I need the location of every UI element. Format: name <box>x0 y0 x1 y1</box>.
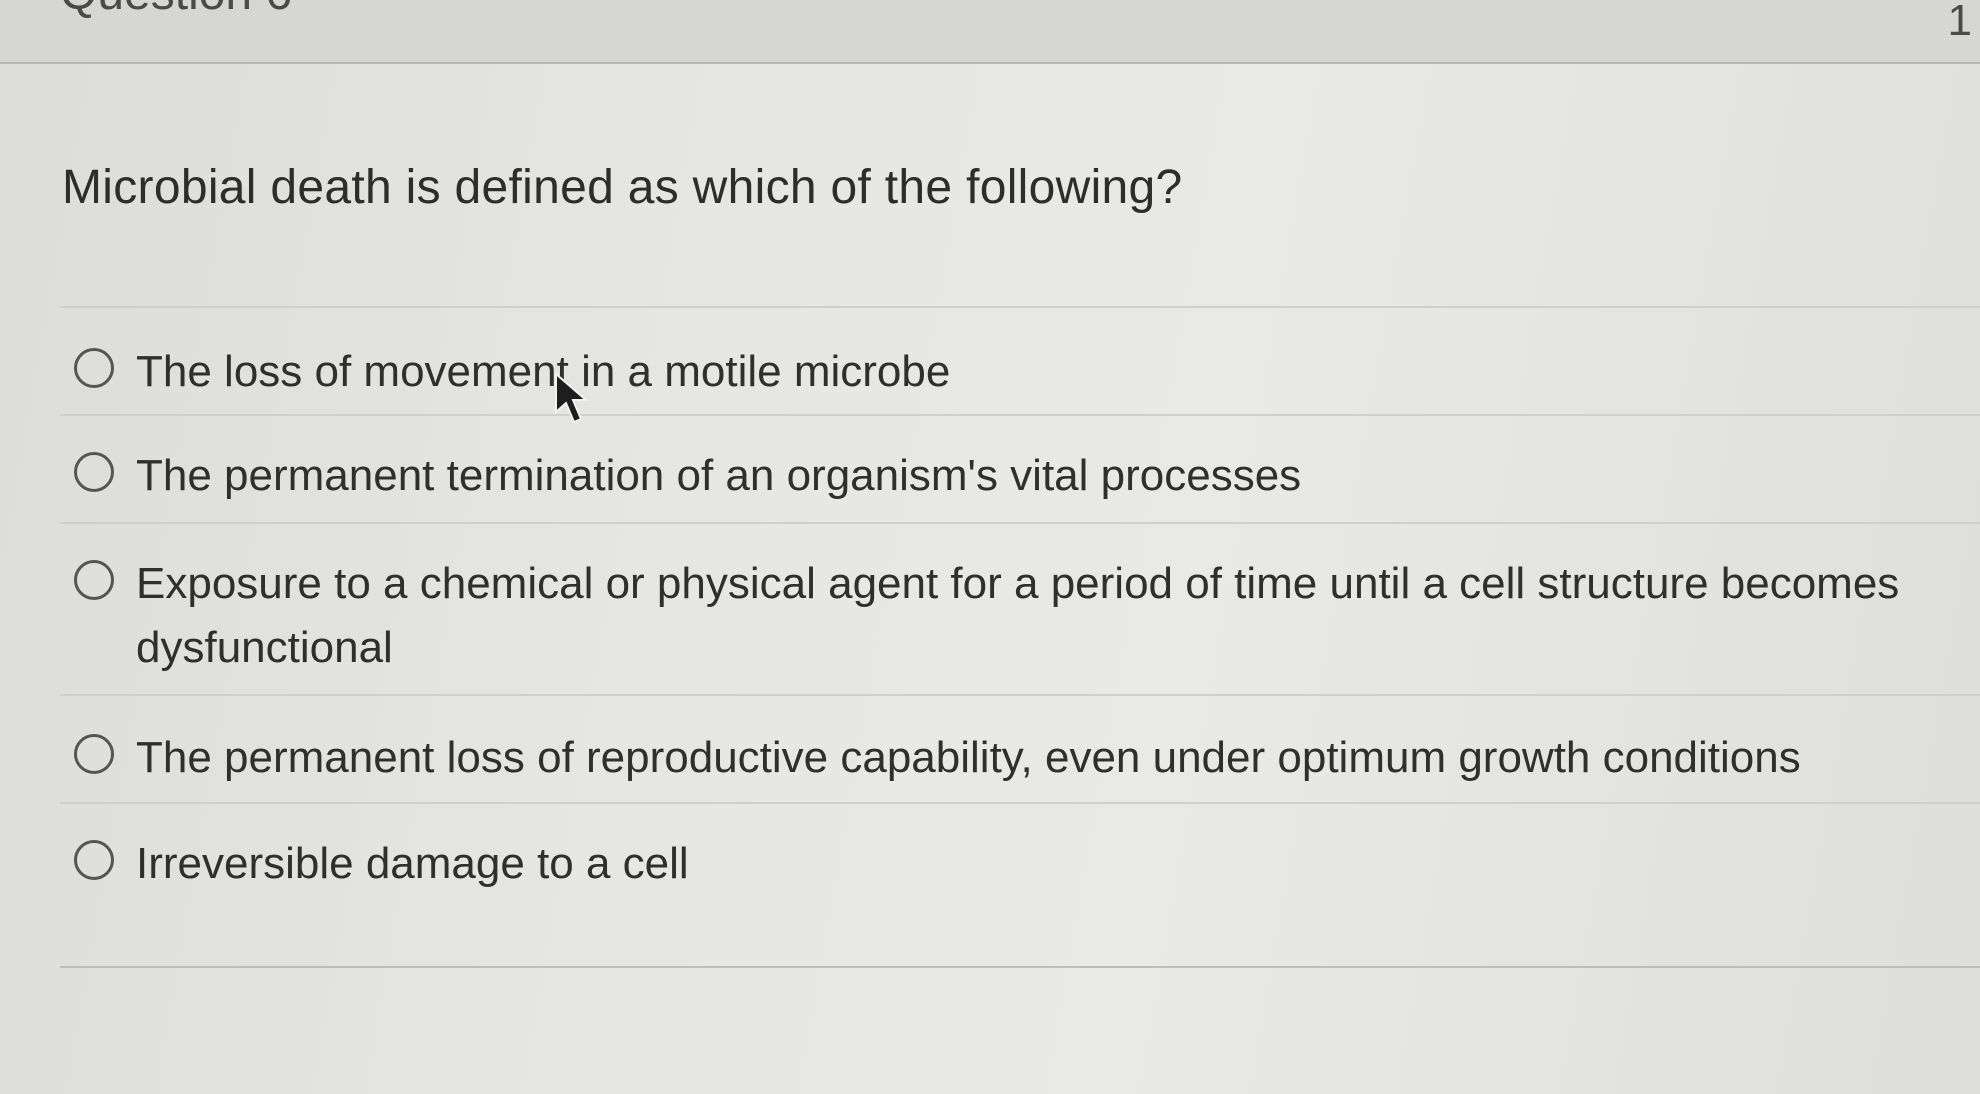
question-prompt: Microbial death is defined as which of t… <box>62 161 1183 214</box>
answer-label[interactable]: The loss of movement in a motile microbe <box>136 340 950 404</box>
radio-button-icon[interactable] <box>74 560 114 600</box>
answer-label[interactable]: Exposure to a chemical or physical agent… <box>136 552 1936 680</box>
radio-button-icon[interactable] <box>74 734 114 774</box>
radio-button-icon[interactable] <box>74 348 114 388</box>
answer-label[interactable]: The permanent termination of an organism… <box>136 444 1301 508</box>
answer-option-5[interactable]: Irreversible damage to a cell <box>60 804 1980 968</box>
mouse-pointer-icon <box>555 372 589 424</box>
answer-label[interactable]: The permanent loss of reproductive capab… <box>136 726 1801 790</box>
answer-option-3[interactable]: Exposure to a chemical or physical agent… <box>60 524 1980 696</box>
page-number: 1 <box>1947 0 1972 45</box>
radio-button-icon[interactable] <box>74 452 114 492</box>
radio-button-icon[interactable] <box>74 840 114 880</box>
answer-option-1[interactable]: The loss of movement in a motile microbe <box>60 308 1980 416</box>
answer-option-2[interactable]: The permanent termination of an organism… <box>60 416 1980 524</box>
question-header: Question 6 1 <box>0 0 1980 64</box>
answer-list: The loss of movement in a motile microbe… <box>60 306 1980 968</box>
question-title: Question 6 <box>60 0 292 21</box>
answer-label[interactable]: Irreversible damage to a cell <box>136 832 689 896</box>
answer-option-4[interactable]: The permanent loss of reproductive capab… <box>60 696 1980 804</box>
